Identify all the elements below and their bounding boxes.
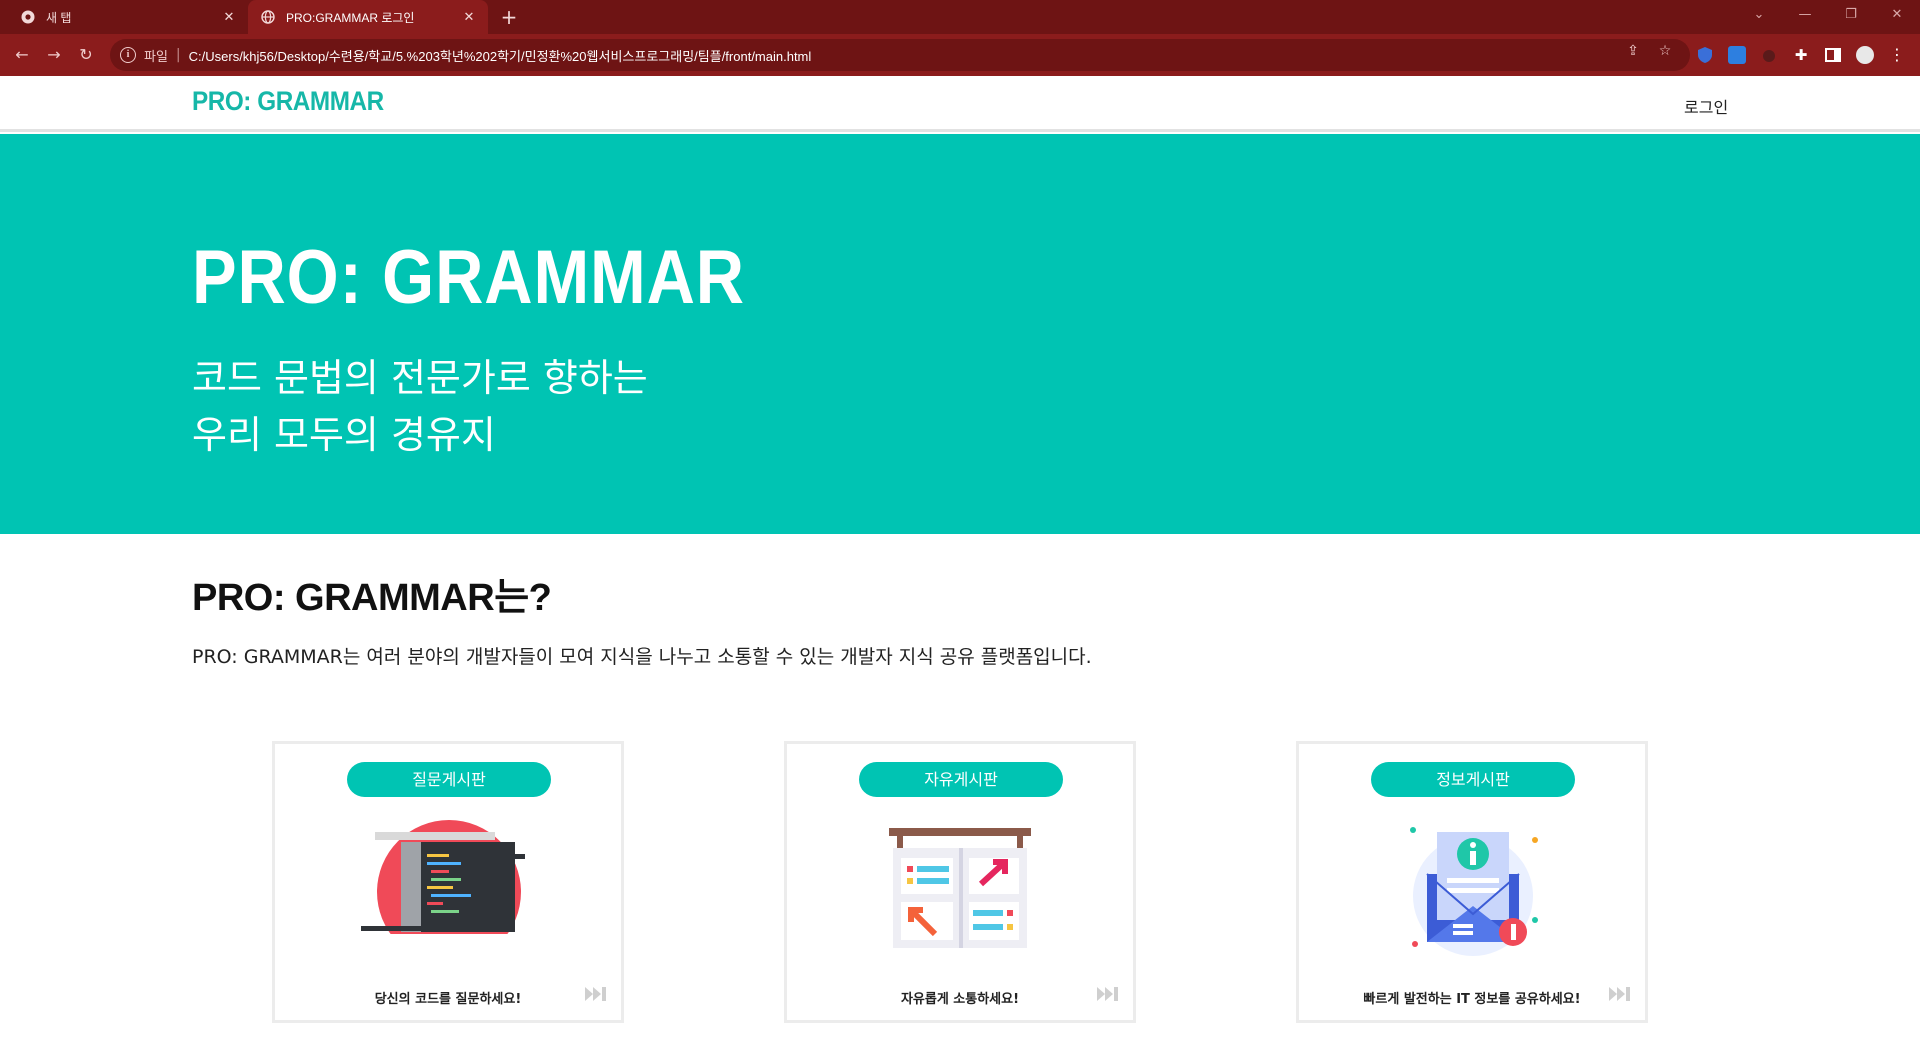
hero-title: PRO: GRAMMAR xyxy=(192,235,745,320)
site-logo[interactable]: PRO: GRAMMAR xyxy=(192,86,384,117)
browser-toolbar: ← → ↻ i 파일 | C:/Users/khj56/Desktop/수련용/… xyxy=(0,34,1920,76)
globe-icon xyxy=(260,9,276,25)
back-icon[interactable]: ← xyxy=(10,43,34,67)
hero-subtitle: 코드 문법의 전문가로 향하는 우리 모두의 경유지 xyxy=(192,350,648,464)
restore-icon[interactable]: ❐ xyxy=(1836,4,1866,26)
more-menu-icon[interactable]: ⋮ xyxy=(1888,46,1906,64)
board-card-question[interactable]: 질문게시판 당신의 코드를 질문하세요! xyxy=(272,741,624,1023)
site-header: PRO: GRAMMAR 로그인 xyxy=(0,76,1920,132)
browser-tab-strip: 새 탭 ✕ PRO:GRAMMAR 로그인 ✕ + ⌄ — ❐ ✕ xyxy=(0,0,1920,34)
tab-new-tab[interactable]: 새 탭 ✕ xyxy=(8,0,248,34)
close-icon[interactable]: ✕ xyxy=(458,6,480,28)
forward-icon[interactable]: → xyxy=(42,43,66,67)
shield-extension-icon[interactable] xyxy=(1696,46,1714,64)
board-caption: 당신의 코드를 질문하세요! xyxy=(374,992,522,1007)
pet-extension-icon[interactable] xyxy=(1760,46,1778,64)
about-description: PRO: GRAMMAR는 여러 분야의 개발자들이 모여 지식을 나누고 소통… xyxy=(192,646,1092,668)
code-screen-icon xyxy=(361,814,537,964)
board-label[interactable]: 정보게시판 xyxy=(1371,762,1575,797)
board-label[interactable]: 질문게시판 xyxy=(347,762,551,797)
address-separator: | xyxy=(175,47,181,63)
hero-subtitle-line2: 우리 모두의 경유지 xyxy=(192,413,496,457)
address-bar[interactable]: i 파일 | C:/Users/khj56/Desktop/수련용/학교/5.%… xyxy=(110,39,1690,71)
new-tab-button[interactable]: + xyxy=(498,6,520,28)
info-envelope-icon xyxy=(1385,814,1561,964)
tab-title: PRO:GRAMMAR 로그인 xyxy=(286,10,415,25)
tab-search-icon[interactable]: ⌄ xyxy=(1744,4,1774,26)
board-caption: 빠르게 발전하는 IT 정보를 공유하세요! xyxy=(1363,992,1581,1007)
extensions-puzzle-icon[interactable]: ✚ xyxy=(1792,46,1810,64)
translate-extension-icon[interactable] xyxy=(1728,46,1746,64)
tab-title: 새 탭 xyxy=(46,10,72,25)
fast-forward-icon[interactable] xyxy=(1095,984,1121,1004)
board-label[interactable]: 자유게시판 xyxy=(859,762,1063,797)
address-scheme: 파일 xyxy=(144,48,168,64)
reload-icon[interactable]: ↻ xyxy=(74,43,98,67)
minimize-icon[interactable]: — xyxy=(1790,4,1820,26)
address-url[interactable]: C:/Users/khj56/Desktop/수련용/학교/5.%203학년%2… xyxy=(189,46,812,65)
share-icon[interactable]: ⇪ xyxy=(1624,42,1642,60)
hero-banner: PRO: GRAMMAR 코드 문법의 전문가로 향하는 우리 모두의 경유지 xyxy=(0,134,1920,534)
bulletin-board-icon xyxy=(873,814,1049,964)
close-window-icon[interactable]: ✕ xyxy=(1882,4,1912,26)
bookmark-star-icon[interactable]: ☆ xyxy=(1656,42,1674,60)
about-title: PRO: GRAMMAR는? xyxy=(192,577,552,619)
side-panel-icon[interactable] xyxy=(1824,46,1842,64)
fast-forward-icon[interactable] xyxy=(1607,984,1633,1004)
login-link[interactable]: 로그인 xyxy=(1684,94,1728,118)
fast-forward-icon[interactable] xyxy=(583,984,609,1004)
hero-subtitle-line1: 코드 문법의 전문가로 향하는 xyxy=(192,356,648,400)
tab-active-page[interactable]: PRO:GRAMMAR 로그인 ✕ xyxy=(248,0,488,34)
board-card-free[interactable]: 자유게시판 자유롭게 소통하세요! xyxy=(784,741,1136,1023)
board-caption: 자유롭게 소통하세요! xyxy=(900,992,1020,1007)
info-icon[interactable]: i xyxy=(120,47,136,63)
board-card-info[interactable]: 정보게시판 빠르게 발전하는 IT 정보를 공유하세요! xyxy=(1296,741,1648,1023)
close-icon[interactable]: ✕ xyxy=(218,6,240,28)
chrome-icon xyxy=(20,9,36,25)
profile-avatar-icon[interactable] xyxy=(1856,46,1874,64)
